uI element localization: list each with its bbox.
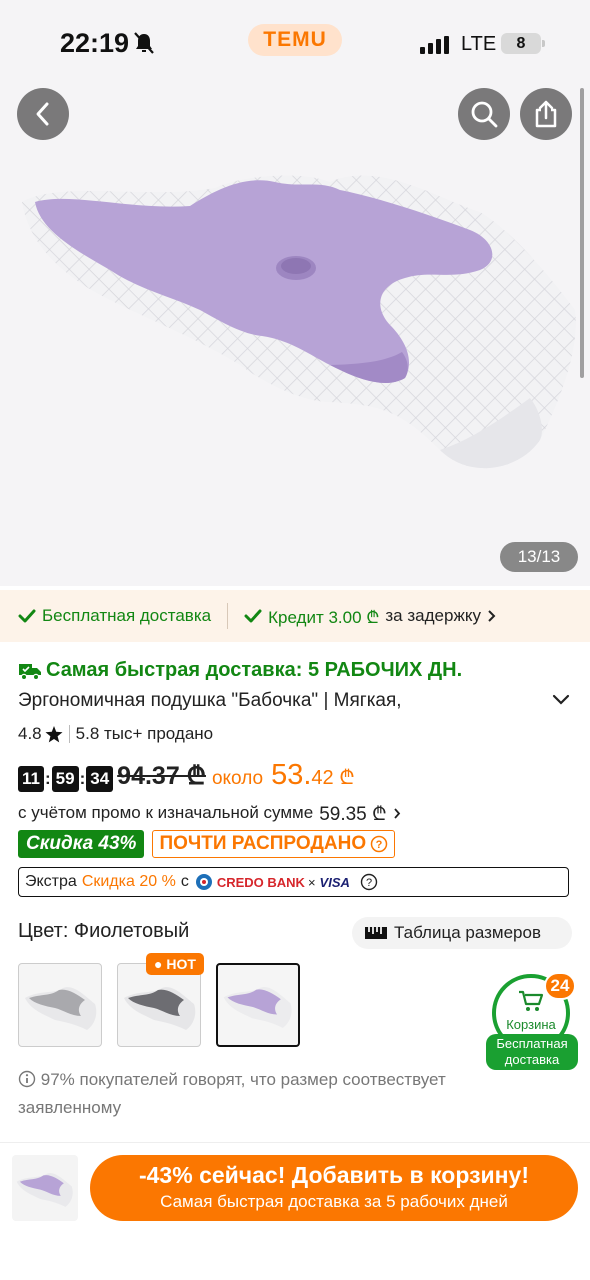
check-icon: [244, 609, 262, 623]
network-type: LTE: [461, 33, 497, 55]
chevron-down-icon[interactable]: [552, 694, 570, 706]
color-option-purple[interactable]: [216, 963, 300, 1047]
thumbnail-image: [16, 1173, 73, 1207]
rating-value: 4.8: [18, 724, 42, 743]
search-icon: [471, 101, 498, 128]
check-icon: [18, 609, 36, 623]
bottom-action-bar: -43% сейчас! Добавить в корзину! Самая б…: [0, 1142, 590, 1280]
cart-count-badge: 24: [544, 972, 576, 1000]
star-icon: [45, 725, 63, 742]
status-bar: 22:19 TEMU LTE 8: [0, 0, 590, 88]
credit-perk[interactable]: Кредит 3.00 ₾ за задержку: [244, 605, 496, 628]
rating-row[interactable]: 4.8 5.8 тыс+ продано: [18, 724, 213, 744]
sold-count: 5.8 тыс+ продано: [75, 724, 214, 743]
size-fit-text: 97% покупателей говорят, что размер соот…: [18, 1070, 446, 1117]
old-price: 94.37 ₾: [117, 762, 206, 790]
truck-icon: [19, 663, 41, 680]
cart-icon: [519, 990, 544, 1011]
image-counter: 13/13: [500, 542, 578, 572]
size-fit-note: 97% покупателей говорят, что размер соот…: [18, 1066, 548, 1122]
bank-name: CREDO BANK: [216, 874, 305, 890]
almost-sold-label: ПОЧТИ РАСПРОДАНО: [159, 833, 367, 854]
approx-label: около: [211, 768, 264, 789]
perks-strip: Бесплатная доставка Кредит 3.00 ₾ за зад…: [0, 590, 590, 642]
app-badge[interactable]: TEMU: [248, 24, 342, 56]
discount-badge: Скидка 43%: [18, 830, 145, 858]
ruler-icon: [365, 927, 387, 939]
share-button[interactable]: [520, 88, 572, 140]
color-label: Цвет: Фиолетовый: [18, 920, 190, 942]
extra-prefix: Экстра: [25, 873, 77, 890]
question-icon: ?: [360, 873, 378, 891]
thumbnail-image: [25, 987, 97, 1030]
gallery-scrollbar[interactable]: [580, 88, 584, 378]
price-main: 53.: [271, 759, 312, 791]
extra-discount: Скидка 20 %: [81, 873, 176, 890]
visa-logo: VISA: [319, 874, 350, 890]
signal-icon: [420, 36, 449, 54]
add-to-cart-subtitle: Самая быстрая доставка за 5 рабочих дней: [160, 1192, 508, 1211]
promo-price: 59.35 ₾: [319, 804, 387, 825]
divider: [68, 725, 70, 743]
add-to-cart-label: -43% сейчас! Добавить в корзину!: [138, 1162, 530, 1188]
badges-row: Скидка 43% ПОЧТИ РАСПРОДАНО ?: [18, 830, 396, 858]
cart-label: Корзина: [506, 1017, 556, 1032]
timer-hours: 11: [18, 766, 44, 792]
size-chart-button[interactable]: Таблица размеров: [352, 917, 572, 949]
product-image: [22, 175, 576, 469]
thumbnail-image: [124, 987, 196, 1030]
promo-text: с учётом промо к изначальной сумме: [18, 803, 314, 822]
svg-text:?: ?: [366, 877, 372, 889]
clock: 22:19: [60, 28, 130, 58]
chevron-left-icon: [36, 102, 49, 126]
price-row: 11 : 59 : 34 94.37 ₾ около 53.42 ₾: [18, 758, 355, 792]
credit-label: Кредит 3.00 ₾: [268, 607, 380, 627]
fast-delivery[interactable]: Самая быстрая доставка: 5 РАБОЧИХ ДН.: [18, 659, 462, 682]
floating-cart-button[interactable]: Корзина 24 Бесплатная доставка: [486, 972, 578, 1072]
color-option-dark-grey[interactable]: [117, 963, 201, 1047]
timer-seconds: 34: [86, 766, 114, 792]
add-to-cart-button[interactable]: -43% сейчас! Добавить в корзину! Самая б…: [90, 1155, 578, 1221]
bank-separator: ×: [307, 874, 316, 890]
timer-minutes: 59: [51, 766, 79, 792]
hot-label: HOT: [166, 956, 196, 972]
hot-badge: ● HOT: [146, 953, 204, 975]
timer-colon: :: [79, 769, 86, 788]
timer-colon: :: [44, 769, 51, 788]
svg-text:?: ?: [376, 839, 383, 851]
extra-discount-banner[interactable]: Экстра Скидка 20 % с CREDO BANK × VISA ?: [18, 867, 569, 897]
free-shipping-label: Бесплатная доставка: [42, 606, 212, 625]
cart-free-shipping: Бесплатная доставка: [486, 1034, 578, 1070]
thumbnail-image: [223, 986, 292, 1028]
chevron-right-icon: [488, 610, 496, 622]
chevron-right-icon: [393, 807, 400, 819]
credit-suffix: за задержку: [385, 606, 481, 625]
product-title[interactable]: Эргономичная подушка "Бабочка" | Мягкая,: [18, 690, 538, 712]
credo-bank-logo-icon: [195, 874, 212, 890]
almost-sold-badge[interactable]: ПОЧТИ РАСПРОДАНО ?: [152, 830, 396, 858]
search-button[interactable]: [458, 88, 510, 140]
bell-muted-icon: [134, 32, 154, 54]
share-icon: [535, 100, 557, 128]
current-price: 53.42 ₾: [271, 759, 355, 792]
info-icon: [18, 1070, 36, 1088]
extra-with: с: [180, 873, 189, 890]
promo-row[interactable]: с учётом промо к изначальной сумме 59.35…: [18, 800, 401, 826]
question-icon: ?: [370, 835, 388, 853]
flame-icon: ●: [154, 956, 163, 972]
price-cents: 42 ₾: [311, 767, 355, 789]
free-shipping-perk[interactable]: Бесплатная доставка: [18, 606, 211, 626]
color-option-light-grey[interactable]: [18, 963, 102, 1047]
size-chart-label: Таблица размеров: [394, 923, 541, 942]
battery-icon: 8: [501, 33, 545, 54]
back-button[interactable]: [17, 88, 69, 140]
fast-delivery-text: Самая быстрая доставка: 5 РАБОЧИХ ДН.: [46, 659, 463, 681]
cart-product-thumbnail[interactable]: [12, 1155, 78, 1221]
divider: [227, 603, 229, 629]
